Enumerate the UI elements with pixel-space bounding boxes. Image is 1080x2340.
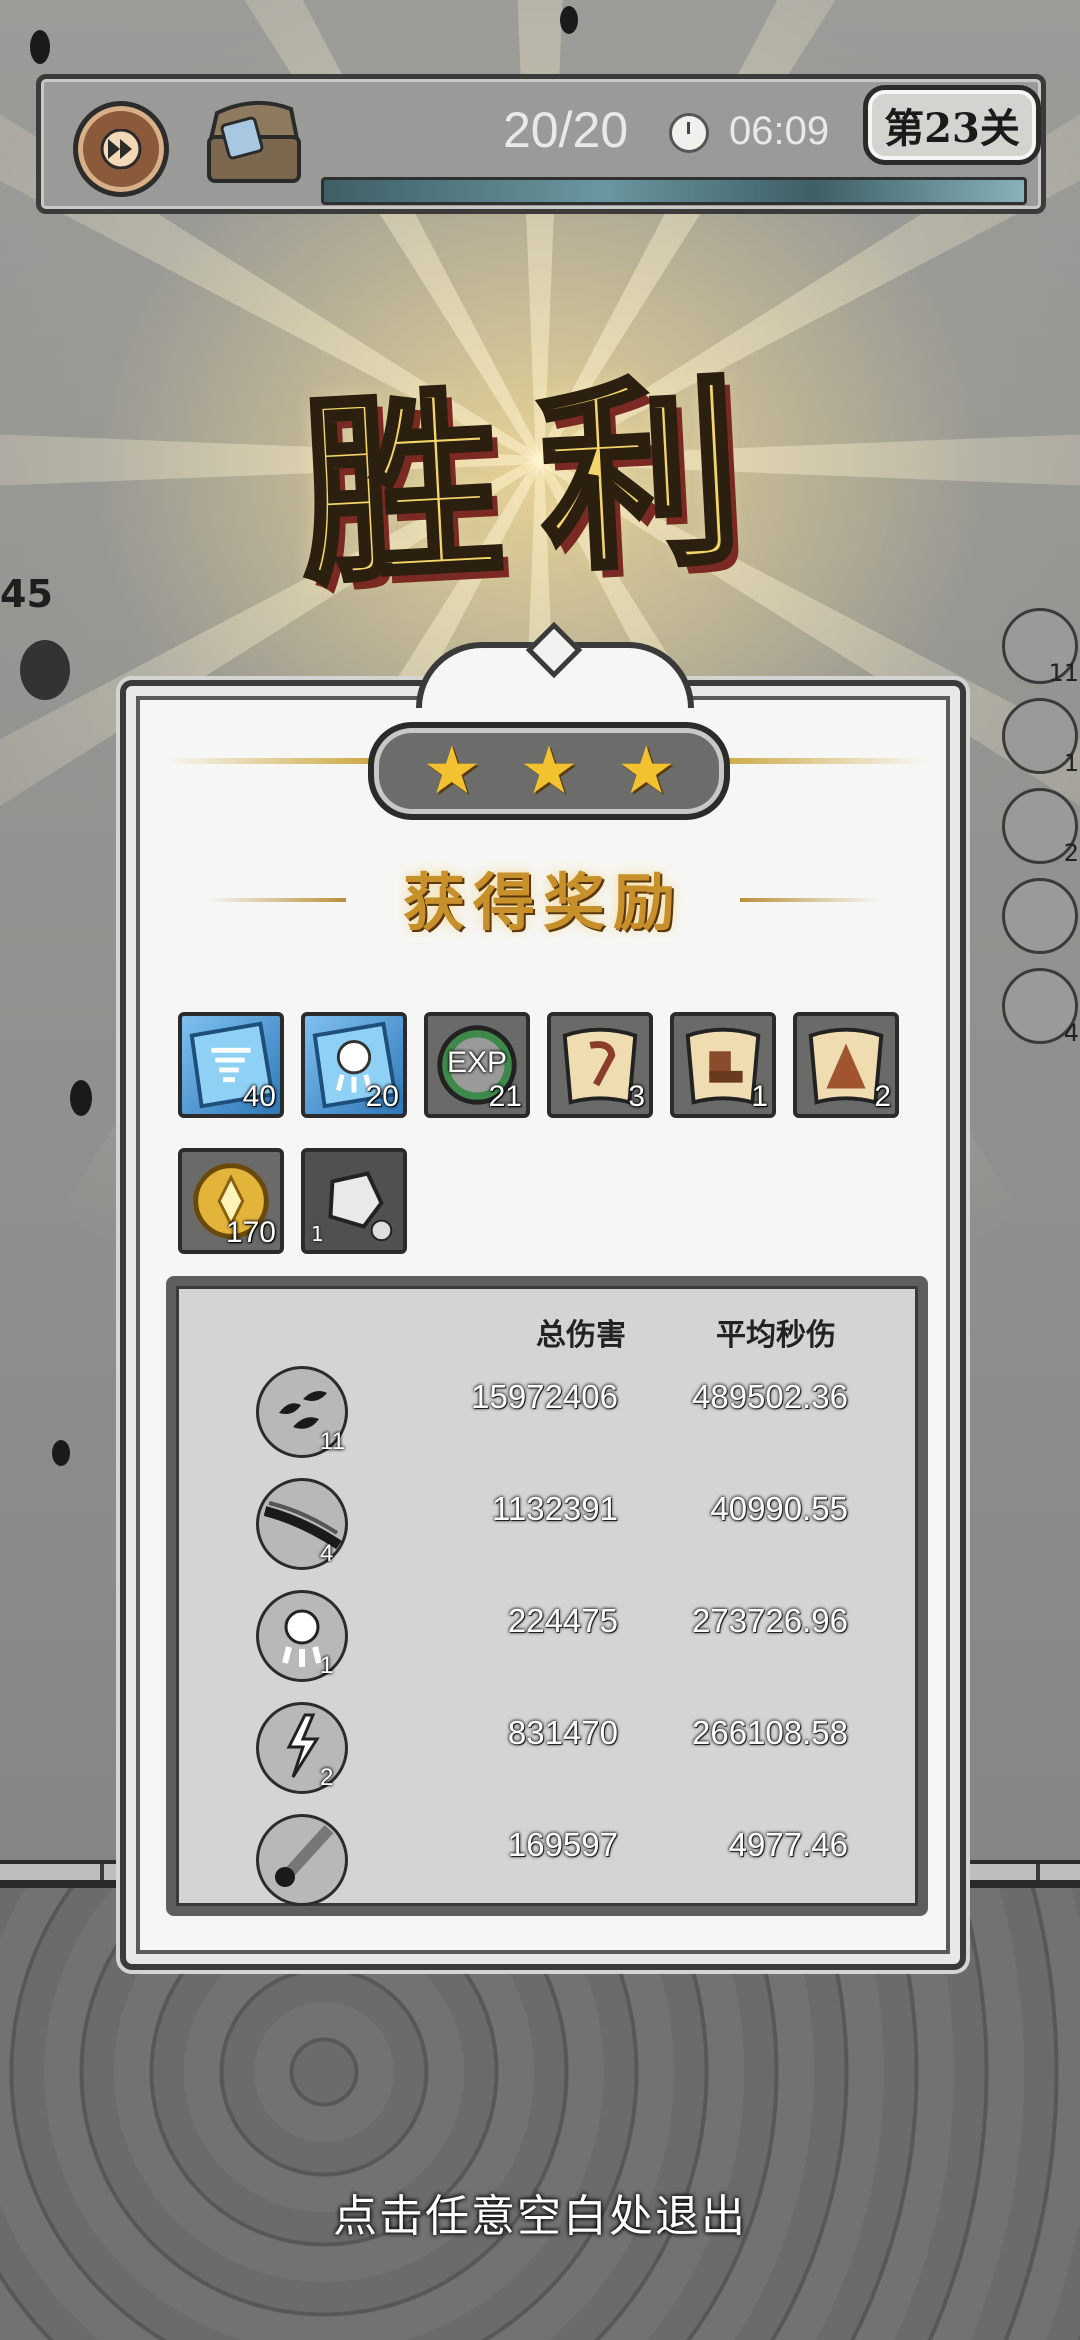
average-dps-value: 266108.58 <box>692 1714 848 1751</box>
header-total-damage: 总伤害 <box>536 1318 626 1353</box>
star-icon: ★ <box>422 732 482 809</box>
enemy-blob <box>560 6 578 34</box>
average-dps-value: 4977.46 <box>728 1826 848 1863</box>
skill-level: 11 <box>320 1428 345 1455</box>
damage-row: 11 15972406 489502.36 <box>176 1366 918 1466</box>
side-counter: 45 <box>0 572 53 616</box>
splash-skill-icon <box>256 1590 348 1682</box>
slash-skill-icon <box>256 1478 348 1570</box>
reward-item[interactable]: 20 <box>301 1012 407 1118</box>
reward-item[interactable]: 170 <box>178 1148 284 1254</box>
skill-level: 1 <box>320 1652 334 1679</box>
fast-forward-button[interactable] <box>73 101 169 197</box>
total-damage-value: 831470 <box>507 1714 618 1751</box>
meteor-skill-icon <box>256 1814 348 1906</box>
battle-timer: 06:09 <box>729 109 830 153</box>
side-skill-meteor-icon <box>1002 878 1078 954</box>
top-hud: 20/20 06:09 第23关 <box>36 74 1046 214</box>
damage-table: 总伤害 平均秒伤 11 15972406 489502.36 4 1132391 4099… <box>166 1276 928 1916</box>
reward-count: 20 <box>365 1080 399 1113</box>
header-average-dps: 平均秒伤 <box>716 1318 836 1353</box>
star-icon: ★ <box>616 732 676 809</box>
reward-item[interactable]: 1 <box>670 1012 776 1118</box>
divider-right <box>696 758 926 764</box>
average-dps-value: 489502.36 <box>692 1378 848 1415</box>
star-icon: ★ <box>519 732 579 809</box>
damage-row: 2 831470 266108.58 <box>176 1702 918 1802</box>
reward-count: 2 <box>874 1080 891 1113</box>
reward-count: 170 <box>225 1216 276 1249</box>
reward-item[interactable]: EXP 21 <box>424 1012 530 1118</box>
reward-title: 获得奖励 <box>402 866 683 939</box>
clock-icon <box>669 113 709 153</box>
side-skill-droplets-icon: 11 <box>1002 608 1079 687</box>
reward-item[interactable]: 3 <box>547 1012 653 1118</box>
average-dps-value: 40990.55 <box>710 1490 848 1527</box>
result-panel: ★ ★ ★ 获得奖励 40 20 EXP 21 3 1 2 170 1 总伤害 平均秒伤 11 159… <box>120 621 966 1970</box>
reward-item[interactable]: 40 <box>178 1012 284 1118</box>
total-damage-value: 1132391 <box>491 1490 618 1527</box>
wave-progress-bar <box>321 177 1027 205</box>
reward-count: 40 <box>242 1080 276 1113</box>
exit-hint: 点击任意空白处退出 <box>333 2191 747 2242</box>
total-damage-value: 169597 <box>507 1826 618 1863</box>
treasure-chest-icon[interactable] <box>199 91 309 191</box>
enemy-blob <box>30 30 50 64</box>
reward-item[interactable]: 1 <box>301 1148 407 1254</box>
level-badge: 第23关 <box>863 85 1041 165</box>
damage-row: 1 224475 273726.96 <box>176 1590 918 1690</box>
side-skill-splash-icon: 1 <box>1002 698 1079 777</box>
skill-level: 4 <box>320 1540 334 1567</box>
skill-level: 2 <box>320 1764 334 1791</box>
side-skill-slash-icon: 4 <box>1002 968 1079 1047</box>
star-rating: ★ ★ ★ <box>368 722 730 820</box>
side-skill-column: 11 1 2 4 <box>1002 608 1079 1058</box>
enemy-blob <box>70 1080 92 1116</box>
reward-grid: 40 20 EXP 21 3 1 2 170 1 <box>178 1012 938 1254</box>
damage-row: 169597 4977.46 <box>176 1814 918 1906</box>
reward-count: 3 <box>628 1080 645 1113</box>
damage-row: 4 1132391 40990.55 <box>176 1478 918 1578</box>
total-damage-value: 15972406 <box>471 1378 618 1415</box>
reward-label: EXP <box>446 1046 508 1079</box>
reward-count: 1 <box>751 1080 768 1113</box>
average-dps-value: 273726.96 <box>692 1602 848 1639</box>
reward-item[interactable]: 2 <box>793 1012 899 1118</box>
lightning-skill-icon <box>256 1702 348 1794</box>
enemy-blob <box>52 1440 70 1466</box>
fast-forward-icon <box>100 129 142 169</box>
victory-title: 胜利 <box>292 350 790 616</box>
divider-left <box>166 758 396 764</box>
wave-progress: 20/20 <box>503 102 629 158</box>
side-skill-lightning-icon: 2 <box>1002 788 1079 867</box>
total-damage-value: 224475 <box>507 1602 618 1639</box>
reward-count: 1 <box>311 1222 324 1246</box>
enemy-swarm <box>20 640 70 700</box>
reward-count: 21 <box>488 1080 522 1113</box>
